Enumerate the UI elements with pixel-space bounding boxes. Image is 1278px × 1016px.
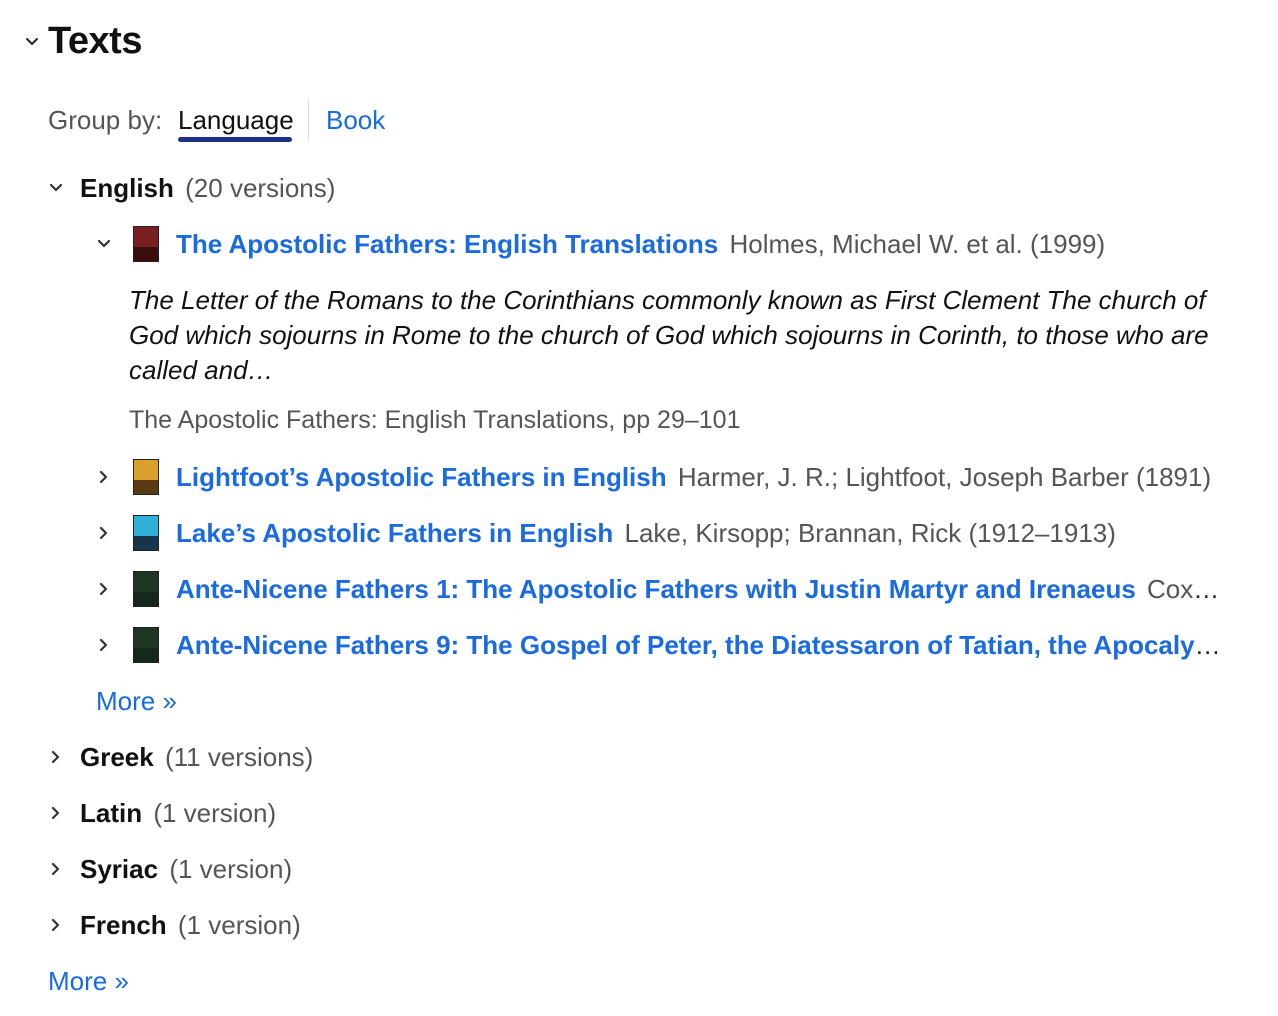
tab-language[interactable]: Language	[178, 103, 294, 137]
snippet-source: The Apostolic Fathers: English Translati…	[129, 406, 741, 434]
cover-top	[134, 516, 158, 537]
chevron-right-icon[interactable]	[46, 915, 66, 935]
book-cover-thumbnail	[133, 226, 159, 262]
resource-row: Lake’s Apostolic Fathers in English Lake…	[176, 516, 1228, 550]
cover-top	[134, 572, 158, 593]
language-name: Greek	[80, 742, 154, 772]
chevron-right-icon[interactable]	[46, 747, 66, 767]
cover-top	[134, 460, 158, 481]
language-group-latin[interactable]: Latin (1 version)	[80, 796, 276, 830]
cover-top	[134, 227, 158, 248]
resource-row: Lightfoot’s Apostolic Fathers in English…	[176, 460, 1228, 494]
resource-row: Ante-Nicene Fathers 9: The Gospel of Pet…	[176, 628, 1228, 662]
resource-author: Lake, Kirsopp; Brannan, Rick (1912–1913)	[624, 518, 1116, 548]
resource-title-link[interactable]: Ante-Nicene Fathers 1: The Apostolic Fat…	[176, 574, 1136, 604]
language-group-syriac[interactable]: Syriac (1 version)	[80, 852, 292, 886]
cover-bottom	[134, 648, 158, 662]
resource-row: Ante-Nicene Fathers 1: The Apostolic Fat…	[176, 572, 1228, 606]
chevron-right-icon[interactable]	[94, 579, 114, 599]
language-group-greek[interactable]: Greek (11 versions)	[80, 740, 313, 774]
chevron-right-icon[interactable]	[94, 467, 114, 487]
language-name: English	[80, 173, 174, 203]
book-cover-thumbnail	[133, 627, 159, 663]
cover-bottom	[134, 592, 158, 606]
group-by-label: Group by:	[48, 105, 163, 135]
section-title: Texts	[48, 20, 142, 62]
chevron-right-icon[interactable]	[94, 635, 114, 655]
cover-bottom	[134, 480, 158, 494]
resource-row: The Apostolic Fathers: English Translati…	[176, 227, 1228, 261]
version-count: (1 version)	[153, 798, 277, 828]
more-languages-link[interactable]: More »	[48, 964, 129, 998]
language-group-english[interactable]: English (20 versions)	[80, 171, 335, 205]
book-cover-thumbnail	[133, 515, 159, 551]
text-snippet: The Letter of the Romans to the Corinthi…	[129, 285, 1209, 385]
version-count: (1 version)	[177, 910, 301, 940]
resource-title-link[interactable]: Lightfoot’s Apostolic Fathers in English	[176, 462, 667, 492]
chevron-down-icon[interactable]	[22, 32, 42, 52]
chevron-down-icon[interactable]	[46, 178, 66, 198]
chevron-right-icon[interactable]	[46, 859, 66, 879]
tab-book[interactable]: Book	[326, 103, 385, 137]
resource-author: Coxe, A. …	[1147, 574, 1228, 604]
version-count: (1 version)	[169, 854, 293, 884]
cover-bottom	[134, 247, 158, 261]
active-tab-indicator	[178, 137, 292, 142]
chevron-down-icon[interactable]	[94, 234, 114, 254]
version-count: (20 versions)	[185, 173, 336, 203]
cover-bottom	[134, 536, 158, 550]
language-name: Latin	[80, 798, 143, 828]
chevron-right-icon[interactable]	[46, 803, 66, 823]
resource-author: Holmes, Michael W. et al. (1999)	[729, 229, 1106, 259]
cover-top	[134, 628, 158, 649]
resource-author: Harmer, J. R.; Lightfoot, Joseph Barber …	[677, 462, 1212, 492]
book-cover-thumbnail	[133, 571, 159, 607]
book-cover-thumbnail	[133, 459, 159, 495]
version-count: (11 versions)	[164, 742, 314, 772]
language-name: French	[80, 910, 167, 940]
tab-divider	[308, 99, 309, 141]
resource-title-link[interactable]: The Apostolic Fathers: English Translati…	[176, 229, 718, 259]
resource-title-link[interactable]: Lake’s Apostolic Fathers in English	[176, 518, 613, 548]
more-versions-link[interactable]: More »	[96, 684, 177, 718]
chevron-right-icon[interactable]	[94, 523, 114, 543]
language-group-french[interactable]: French (1 version)	[80, 908, 301, 942]
language-name: Syriac	[80, 854, 159, 884]
resource-title-link[interactable]: Ante-Nicene Fathers 9: The Gospel of Pet…	[176, 630, 1228, 660]
